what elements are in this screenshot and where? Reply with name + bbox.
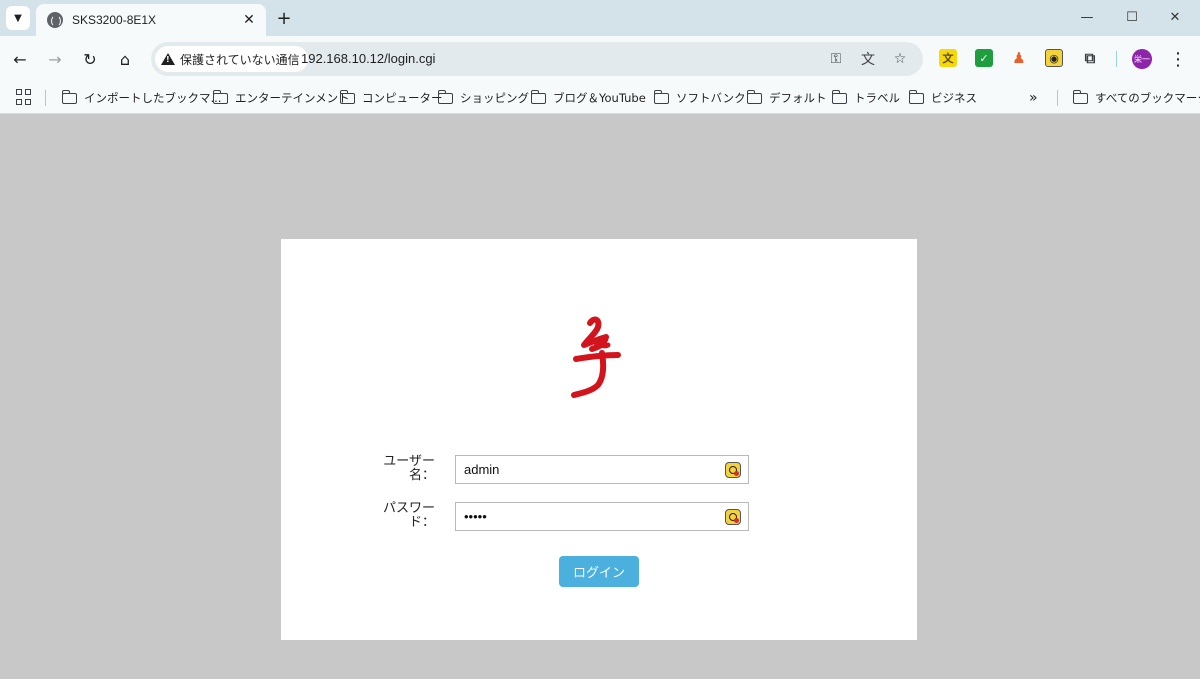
folder-icon — [1072, 89, 1088, 104]
bookmark-folder[interactable]: ブログ＆YouTube — [530, 88, 646, 108]
password-value: ••••• — [464, 509, 487, 524]
password-label: パスワー ド： — [382, 501, 435, 530]
folder-icon — [908, 89, 924, 104]
forward-button[interactable]: → — [43, 47, 67, 71]
globe-icon — [47, 12, 63, 28]
translate-icon[interactable]: 文 — [859, 50, 877, 68]
bookmark-folder[interactable]: ソフトバンク — [653, 88, 746, 108]
folder-icon — [61, 89, 77, 104]
folder-icon — [831, 89, 847, 104]
minimize-button[interactable]: — — [1072, 6, 1102, 28]
password-manager-icon[interactable] — [725, 462, 741, 478]
folder-icon — [653, 89, 669, 104]
profile-avatar[interactable]: 栄一 — [1132, 49, 1152, 69]
folder-icon — [530, 89, 546, 104]
username-value: admin — [464, 462, 500, 477]
bookmark-folder[interactable]: インポートしたブックマ... — [61, 88, 221, 108]
password-manager-icon[interactable] — [725, 509, 741, 525]
bookmark-folder[interactable]: トラベル — [831, 88, 900, 108]
maximize-button[interactable]: ☐ — [1117, 6, 1147, 28]
extension-check-icon[interactable]: ✓ — [975, 49, 993, 67]
page-viewport: ユーザー 名： admin パスワー ド： ••••• ログイン — [0, 115, 1200, 679]
extension-figure-icon[interactable]: ♟ — [1010, 49, 1028, 67]
apps-divider — [45, 90, 46, 106]
toolbar-divider — [1116, 51, 1117, 67]
bookmarks-bar: インポートしたブックマ... エンターテインメント コンピューター ショッピング… — [0, 82, 1200, 114]
login-button[interactable]: ログイン — [559, 556, 639, 587]
folder-icon — [746, 89, 762, 104]
tab-strip: ▼ SKS3200-8E1X ✕ + — ☐ ✕ — [0, 0, 1200, 36]
tab-search-button[interactable]: ▼ — [6, 6, 30, 30]
site-security-chip[interactable]: 保護されていない通信 — [155, 46, 308, 72]
chevron-down-icon: ▼ — [14, 12, 22, 24]
menu-kebab-icon[interactable]: ⋮ — [1166, 47, 1190, 71]
login-card: ユーザー 名： admin パスワー ド： ••••• ログイン — [281, 239, 917, 640]
tab-title: SKS3200-8E1X — [72, 13, 157, 27]
extensions-puzzle-icon[interactable]: ⧉ — [1081, 49, 1099, 67]
active-tab[interactable]: SKS3200-8E1X ✕ — [36, 4, 266, 36]
home-button[interactable]: ⌂ — [113, 47, 137, 71]
bookmark-folder[interactable]: エンターテインメント — [212, 88, 350, 108]
back-button[interactable]: ← — [8, 47, 32, 71]
bookmark-folder[interactable]: ショッピング — [437, 88, 529, 108]
bookmark-star-icon[interactable]: ☆ — [891, 50, 909, 68]
folder-icon — [212, 89, 228, 104]
company-logo — [571, 316, 621, 398]
username-input[interactable]: admin — [455, 455, 749, 484]
folder-icon — [339, 89, 355, 104]
apps-grid-icon[interactable] — [16, 89, 32, 105]
address-bar[interactable]: 保護されていない通信 192.168.10.12/login.cgi ⚿ 文 ☆ — [151, 42, 923, 76]
all-bookmarks-folder[interactable]: すべてのブックマーク — [1072, 88, 1200, 108]
username-label: ユーザー 名： — [383, 454, 435, 483]
url-text[interactable]: 192.168.10.12/login.cgi — [301, 51, 435, 66]
bookmark-folder[interactable]: コンピューター — [339, 88, 443, 108]
extension-password-icon[interactable]: ◉ — [1045, 49, 1063, 67]
password-key-icon[interactable]: ⚿ — [827, 50, 845, 68]
extension-translate-icon[interactable]: 文 — [939, 49, 957, 67]
reload-button[interactable]: ↻ — [78, 47, 102, 71]
warning-icon — [161, 53, 175, 65]
security-label: 保護されていない通信 — [180, 52, 300, 67]
bookmark-folder[interactable]: ビジネス — [908, 88, 977, 108]
folder-icon — [437, 89, 453, 104]
bookmarks-overflow-button[interactable]: » — [1029, 88, 1038, 108]
close-window-button[interactable]: ✕ — [1160, 6, 1190, 28]
bookmarks-divider — [1057, 90, 1058, 106]
bookmark-folder[interactable]: デフォルト — [746, 88, 827, 108]
close-tab-button[interactable]: ✕ — [240, 11, 258, 29]
browser-toolbar: ← → ↻ ⌂ 保護されていない通信 192.168.10.12/login.c… — [0, 36, 1200, 82]
password-input[interactable]: ••••• — [455, 502, 749, 531]
new-tab-button[interactable]: + — [274, 8, 294, 29]
